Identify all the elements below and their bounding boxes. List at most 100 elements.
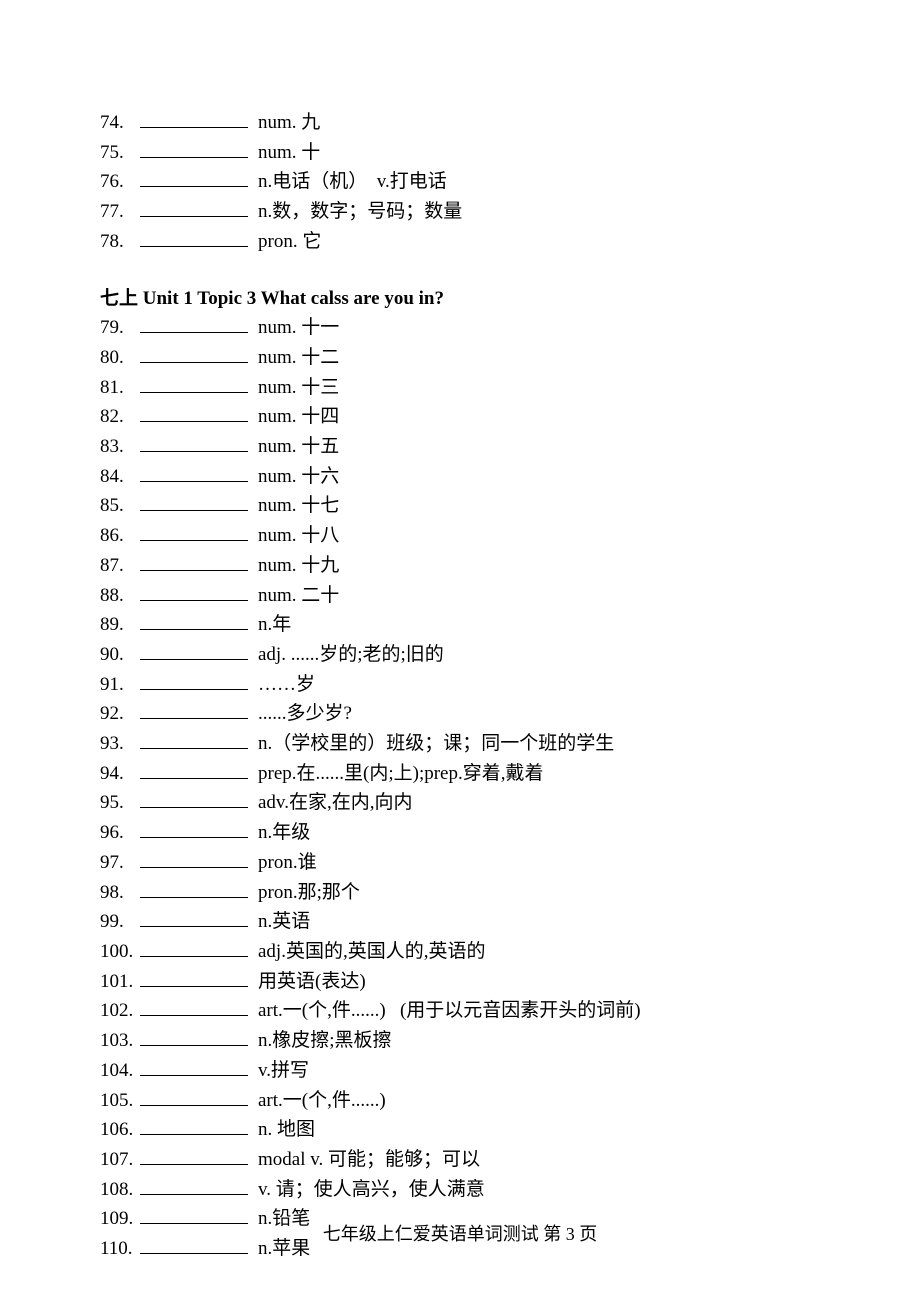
item-number: 81.	[100, 374, 140, 403]
definition-text: n.数，数字；号码；数量	[258, 198, 462, 227]
vocab-row: 96.n.年级	[100, 818, 820, 848]
item-number: 82.	[100, 403, 140, 432]
item-number: 90.	[100, 641, 140, 670]
fill-in-blank	[140, 640, 248, 660]
fill-in-blank	[140, 581, 248, 601]
fill-in-blank	[140, 788, 248, 808]
item-number: 88.	[100, 582, 140, 611]
item-number: 79.	[100, 314, 140, 343]
vocab-row: 81. num. 十三	[100, 373, 820, 403]
fill-in-blank	[140, 759, 248, 779]
definition-text: v.拼写	[258, 1057, 309, 1086]
fill-in-blank	[140, 373, 248, 393]
definition-text: prep.在......里(内;上);prep.穿着,戴着	[258, 760, 543, 789]
fill-in-blank	[140, 1115, 248, 1135]
vocab-row: 78.pron. 它	[100, 227, 820, 257]
definition-text: n.橡皮擦;黑板擦	[258, 1027, 392, 1056]
vocab-row: 77. n.数，数字；号码；数量	[100, 197, 820, 227]
item-number: 80.	[100, 344, 140, 373]
vocab-row: 90. adj. ......岁的;老的;旧的	[100, 640, 820, 670]
vocab-row: 92.......多少岁?	[100, 699, 820, 729]
fill-in-blank	[140, 108, 248, 128]
definition-text: adj.英国的,英国人的,英语的	[258, 938, 485, 967]
item-number: 92.	[100, 700, 140, 729]
fill-in-blank	[140, 1086, 248, 1106]
fill-in-blank	[140, 907, 248, 927]
vocab-row: 89.n.年	[100, 610, 820, 640]
item-number: 100.	[100, 938, 140, 967]
section-heading: 七上 Unit 1 Topic 3 What calss are you in?	[100, 285, 820, 314]
item-number: 107.	[100, 1146, 140, 1175]
definition-text: num. 十六	[258, 463, 339, 492]
fill-in-blank	[140, 699, 248, 719]
item-number: 87.	[100, 552, 140, 581]
definition-text: adj. ......岁的;老的;旧的	[258, 641, 444, 670]
item-number: 93.	[100, 730, 140, 759]
fill-in-blank	[140, 402, 248, 422]
definition-text: ……岁	[258, 671, 315, 700]
vocab-row: 74. num. 九	[100, 108, 820, 138]
definition-text: n.年	[258, 611, 291, 640]
vocab-row: 99. n.英语	[100, 907, 820, 937]
fill-in-blank	[140, 491, 248, 511]
item-number: 75.	[100, 139, 140, 168]
vocab-row: 94.prep.在......里(内;上);prep.穿着,戴着	[100, 759, 820, 789]
fill-in-blank	[140, 729, 248, 749]
item-number: 74.	[100, 109, 140, 138]
item-number: 86.	[100, 522, 140, 551]
fill-in-blank	[140, 1056, 248, 1076]
fill-in-blank	[140, 521, 248, 541]
fill-in-blank	[140, 878, 248, 898]
vocab-row: 101.用英语(表达)	[100, 967, 820, 997]
definition-text: num. 十四	[258, 403, 339, 432]
vocab-row: 95.adv.在家,在内,向内	[100, 788, 820, 818]
fill-in-blank	[140, 462, 248, 482]
fill-in-blank	[140, 967, 248, 987]
item-number: 103.	[100, 1027, 140, 1056]
vocab-row: 105.art.一(个,件......)	[100, 1086, 820, 1116]
definition-text: num. 十三	[258, 374, 339, 403]
vocab-row: 85. num. 十七	[100, 491, 820, 521]
fill-in-blank	[140, 432, 248, 452]
fill-in-blank	[140, 197, 248, 217]
vocab-row: 80.num. 十二	[100, 343, 820, 373]
item-number: 85.	[100, 492, 140, 521]
vocab-row: 100. adj.英国的,英国人的,英语的	[100, 937, 820, 967]
vocab-row: 88. num. 二十	[100, 581, 820, 611]
vocab-row: 75. num. 十	[100, 138, 820, 168]
fill-in-blank	[140, 313, 248, 333]
vocab-row: 86.num. 十八	[100, 521, 820, 551]
vocab-row: 98.pron.那;那个	[100, 878, 820, 908]
vocab-row: 102.art.一(个,件......) (用于以元音因素开头的词前)	[100, 996, 820, 1026]
fill-in-blank	[140, 610, 248, 630]
definition-text: modal v. 可能；能够；可以	[258, 1146, 480, 1175]
vocab-list-bottom: 79.num. 十一80.num. 十二81.num. 十三82.num. 十四…	[100, 313, 820, 1264]
item-number: 106.	[100, 1116, 140, 1145]
page-content: 74. num. 九 75. num. 十76.n.电话（机） v.打电话77. n.数…	[0, 0, 920, 1264]
item-number: 97.	[100, 849, 140, 878]
definition-text: num. 十九	[258, 552, 339, 581]
vocab-row: 91.……岁	[100, 670, 820, 700]
vocab-row: 108.v. 请；使人高兴，使人满意	[100, 1175, 820, 1205]
vocab-row: 93.n.（学校里的）班级；课；同一个班的学生	[100, 729, 820, 759]
item-number: 77.	[100, 198, 140, 227]
definition-text: n.电话（机） v.打电话	[258, 168, 447, 197]
item-number: 104.	[100, 1057, 140, 1086]
definition-text: 用英语(表达)	[258, 968, 366, 997]
item-number: 105.	[100, 1087, 140, 1116]
definition-text: num. 十五	[258, 433, 339, 462]
definition-text: num. 十七	[258, 492, 339, 521]
item-number: 83.	[100, 433, 140, 462]
definition-text: v. 请；使人高兴，使人满意	[258, 1176, 485, 1205]
definition-text: adv.在家,在内,向内	[258, 789, 412, 818]
fill-in-blank	[140, 138, 248, 158]
definition-text: num. 二十	[258, 582, 339, 611]
vocab-row: 83. num. 十五	[100, 432, 820, 462]
definition-text: num. 十	[258, 139, 320, 168]
definition-text: n.年级	[258, 819, 310, 848]
vocab-row: 76.n.电话（机） v.打电话	[100, 167, 820, 197]
definition-text: num. 九	[258, 109, 320, 138]
definition-text: n.英语	[258, 908, 310, 937]
item-number: 99.	[100, 908, 140, 937]
definition-text: pron.那;那个	[258, 879, 360, 908]
